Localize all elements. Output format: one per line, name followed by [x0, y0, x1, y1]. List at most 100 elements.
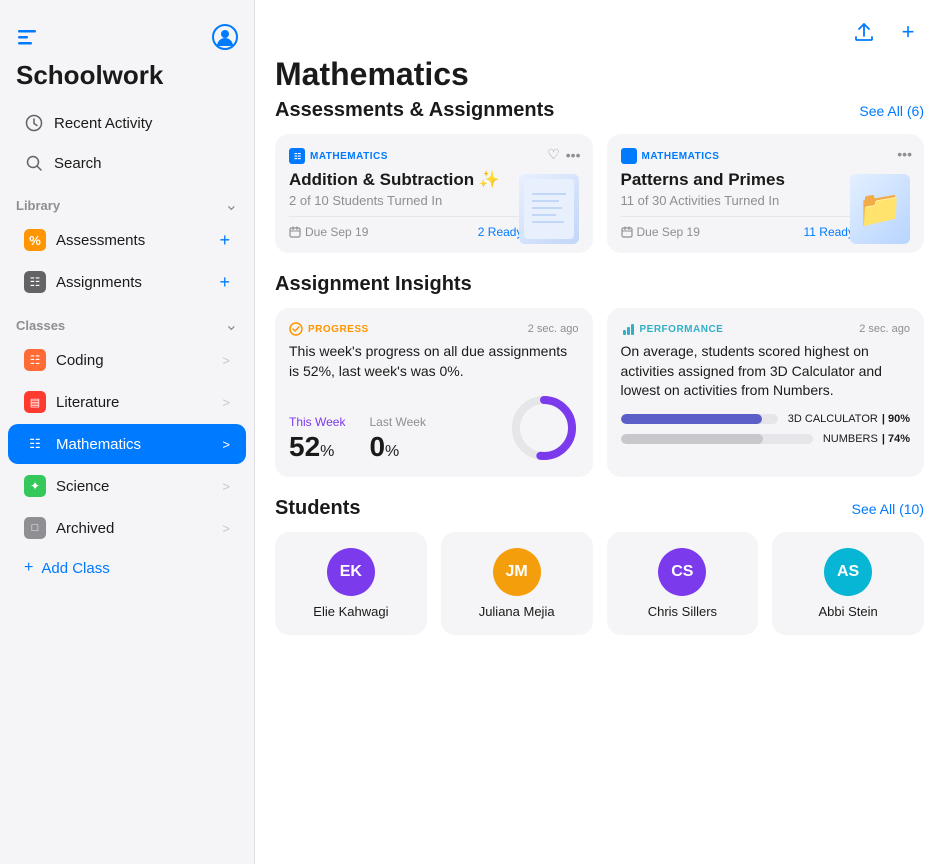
main-body: Mathematics Assessments & Assignments Se… [255, 56, 944, 655]
export-button[interactable] [848, 16, 880, 48]
doc-icon: ☷ [24, 271, 46, 293]
perf-bar-2: NUMBERS | 74% [621, 433, 911, 445]
bar-label-1: 3D CALCULATOR | 90% [788, 413, 910, 425]
due-date-1: Due Sep 19 [289, 225, 368, 239]
sidebar-item-coding[interactable]: ☷ Coding > [8, 340, 246, 380]
performance-timestamp: 2 sec. ago [859, 323, 910, 335]
students-section-header: Students See All (10) [275, 497, 924, 520]
student-name-3: Abbi Stein [818, 604, 877, 619]
assessments-section-header: Assessments & Assignments See All (6) [275, 99, 924, 122]
student-name-2: Chris Sillers [648, 604, 717, 619]
add-class-plus-icon: + [24, 559, 33, 577]
progress-timestamp: 2 sec. ago [528, 323, 579, 335]
bar-track-2 [621, 434, 813, 444]
assessments-see-all[interactable]: See All (6) [859, 103, 924, 119]
coding-class-icon: ☷ [24, 349, 46, 371]
progress-card: PROGRESS 2 sec. ago This week's progress… [275, 308, 593, 477]
math-badge-icon-1: ☷ [289, 148, 305, 164]
heart-icon-1[interactable]: ♡ [547, 146, 560, 163]
recent-activity-label: Recent Activity [54, 115, 152, 132]
assessments-label: Assessments [56, 232, 145, 249]
literature-label: Literature [56, 394, 119, 411]
sidebar-header [0, 8, 254, 60]
classes-section-title: Classes [16, 318, 65, 333]
literature-class-icon: ▤ [24, 391, 46, 413]
progress-body: This week's progress on all due assignme… [289, 342, 579, 381]
bar-fill-2 [621, 434, 763, 444]
student-avatar-2: CS [658, 548, 706, 596]
student-avatar-0: EK [327, 548, 375, 596]
students-see-all[interactable]: See All (10) [852, 501, 924, 517]
bar-track-1 [621, 414, 778, 424]
this-week-label: This Week [289, 415, 345, 429]
sidebar-item-archived[interactable]: □ Archived > [8, 508, 246, 548]
sidebar: Schoolwork Recent Activity Search Librar… [0, 0, 255, 864]
this-week-value: 52% [289, 431, 345, 463]
mathematics-label: Mathematics [56, 436, 141, 453]
progress-stats: This Week 52% Last Week 0% [289, 393, 579, 463]
more-icon-1[interactable]: ••• [566, 147, 581, 163]
card-actions-1: ♡ ••• [547, 146, 580, 163]
account-icon[interactable] [212, 24, 238, 56]
svg-text:☷: ☷ [294, 152, 301, 161]
last-week-label: Last Week [369, 415, 425, 429]
insights-section-title: Assignment Insights [275, 273, 472, 296]
student-avatar-1: JM [493, 548, 541, 596]
badge-1: ☷ MATHEMATICS [289, 148, 579, 164]
due-date-2: Due Sep 19 [621, 225, 700, 239]
students-section-title: Students [275, 497, 361, 520]
last-week-value: 0% [369, 431, 425, 463]
classes-collapse-icon[interactable]: ⌄ [225, 315, 238, 335]
student-avatar-3: AS [824, 548, 872, 596]
assignment-card-1: ☷ MATHEMATICS ♡ ••• Addition & Subtracti… [275, 134, 593, 253]
archived-chevron: > [222, 521, 230, 536]
performance-badge: PERFORMANCE 2 sec. ago [621, 322, 911, 336]
sidebar-nav-search[interactable]: Search [8, 144, 246, 182]
science-chevron: > [222, 479, 230, 494]
add-button[interactable]: + [892, 16, 924, 48]
library-collapse-icon[interactable]: ⌄ [225, 195, 238, 215]
literature-chevron: > [222, 395, 230, 410]
assessments-section-title: Assessments & Assignments [275, 99, 554, 122]
sidebar-toggle-icon[interactable] [16, 26, 38, 54]
assessments-add-icon[interactable]: + [219, 230, 230, 251]
science-class-icon: ✦ [24, 475, 46, 497]
sidebar-item-mathematics[interactable]: ☷ Mathematics > [8, 424, 246, 464]
card-actions-2: ••• [897, 146, 912, 162]
student-card-3[interactable]: AS Abbi Stein [772, 532, 924, 635]
insights-section-header: Assignment Insights [275, 273, 924, 296]
mathematics-chevron: > [222, 437, 230, 452]
archived-label: Archived [56, 520, 114, 537]
sidebar-item-science[interactable]: ✦ Science > [8, 466, 246, 506]
performance-bars: 3D CALCULATOR | 90% NUMBERS | 74% [621, 413, 911, 445]
student-name-0: Elie Kahwagi [313, 604, 388, 619]
student-card-1[interactable]: JM Juliana Mejia [441, 532, 593, 635]
library-assessments[interactable]: % Assessments + [8, 220, 246, 260]
badge-2: MATHEMATICS [621, 148, 911, 164]
more-icon-2[interactable]: ••• [897, 146, 912, 162]
classes-section-header: Classes ⌄ [0, 307, 254, 339]
add-class-button[interactable]: + Add Class [8, 550, 246, 586]
insight-cards: PROGRESS 2 sec. ago This week's progress… [275, 308, 924, 477]
library-assignments[interactable]: ☷ Assignments + [8, 262, 246, 302]
main-content: + Mathematics Assessments & Assignments … [255, 0, 944, 864]
assignments-label: Assignments [56, 274, 142, 291]
library-section-title: Library [16, 198, 60, 213]
student-card-0[interactable]: EK Elie Kahwagi [275, 532, 427, 635]
performance-card: PERFORMANCE 2 sec. ago On average, stude… [607, 308, 925, 477]
badge-text-2: MATHEMATICS [642, 151, 720, 162]
assignment-cards: ☷ MATHEMATICS ♡ ••• Addition & Subtracti… [275, 134, 924, 253]
science-label: Science [56, 478, 109, 495]
math-badge-icon-2 [621, 148, 637, 164]
add-class-label: Add Class [41, 560, 109, 577]
student-name-1: Juliana Mejia [479, 604, 555, 619]
progress-badge-text: PROGRESS [308, 324, 369, 335]
student-card-2[interactable]: CS Chris Sillers [607, 532, 759, 635]
sidebar-item-literature[interactable]: ▤ Literature > [8, 382, 246, 422]
assignment-card-2: MATHEMATICS ••• Patterns and Primes 11 o… [607, 134, 925, 253]
assignments-add-icon[interactable]: + [219, 272, 230, 293]
coding-chevron: > [222, 353, 230, 368]
performance-body: On average, students scored highest on a… [621, 342, 911, 401]
sidebar-nav-recent[interactable]: Recent Activity [8, 104, 246, 142]
percent-icon: % [24, 229, 46, 251]
